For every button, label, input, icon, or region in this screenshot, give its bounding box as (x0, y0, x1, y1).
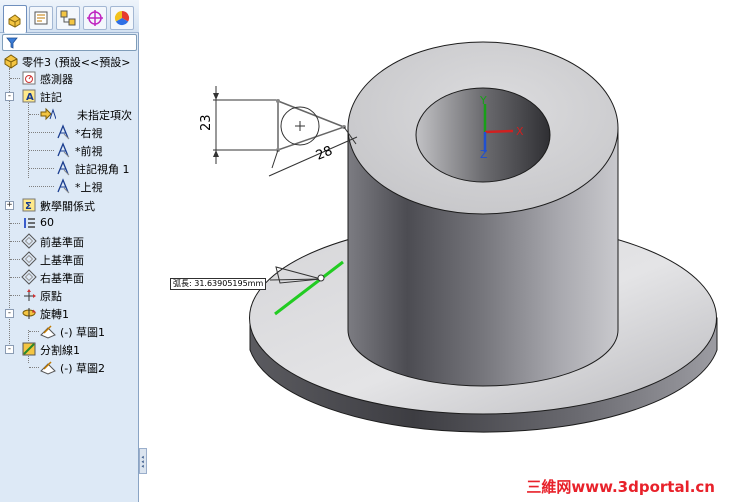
annotation-view-icon (55, 178, 71, 194)
tab-property-manager[interactable] (29, 6, 53, 30)
tree-item-label: 未指定項次 (77, 109, 132, 122)
tree-item-split-line1[interactable]: - 分割線1 (0, 340, 139, 358)
tree-root-label: 零件3 (預設<<預設> (22, 56, 131, 69)
tree-item-label: 感測器 (40, 73, 73, 86)
arc-length-label[interactable]: 弧長: 31.63905195mm (170, 278, 267, 290)
tree-item-front-plane[interactable]: 前基準面 (0, 232, 139, 250)
svg-text:Σ: Σ (25, 201, 32, 212)
manager-tab-bar (0, 0, 139, 33)
material-icon (21, 215, 37, 231)
plane-icon (21, 251, 37, 267)
tree-item-origin[interactable]: 原點 (0, 286, 139, 304)
tree-item-label: (-) 草圖1 (60, 326, 106, 339)
color-wheel-icon (114, 10, 130, 26)
tree-item-label: 右基準面 (40, 272, 84, 285)
triad-y-label: Y (479, 94, 487, 107)
tree-item-label: 數學關係式 (40, 200, 95, 213)
tree-item-sketch1[interactable]: (-) 草圖1 (0, 322, 139, 340)
property-icon (34, 11, 48, 25)
tree-filter-box[interactable] (2, 34, 137, 51)
annotation-icon: A (21, 88, 37, 104)
tree-item-sketch2[interactable]: (-) 草圖2 (0, 358, 139, 376)
tree-item-label: 60 (40, 216, 54, 229)
collapse-toggle[interactable]: - (5, 309, 14, 318)
plane-icon (21, 233, 37, 249)
tree-item-label: *上視 (75, 181, 103, 194)
svg-text:A: A (26, 92, 34, 103)
triad-x-label: X (516, 125, 524, 138)
tree-item-label: 原點 (40, 290, 62, 303)
tree-item-annotation-view-1[interactable]: 註記視角 1 (0, 159, 139, 177)
crosshair-icon (87, 10, 103, 26)
collapse-toggle[interactable]: - (5, 92, 14, 101)
origin-icon (21, 287, 37, 303)
filter-icon (6, 37, 18, 49)
tree-item-label: 上基準面 (40, 254, 84, 267)
annotation-view-icon (55, 124, 71, 140)
tree-item-label: 前基準面 (40, 236, 84, 249)
tree-item-right-plane[interactable]: 右基準面 (0, 268, 139, 286)
tab-configuration-manager[interactable] (56, 6, 80, 30)
model-3d-view[interactable]: Y X Z 23 28 (140, 0, 737, 502)
arrow-annotation-icon (40, 106, 57, 122)
expand-toggle[interactable]: + (5, 201, 14, 210)
tree-item-sensors[interactable]: 感測器 (0, 69, 139, 87)
tree-item-label: *右視 (75, 127, 103, 140)
sketch-icon (40, 359, 56, 375)
revolve-icon (21, 305, 37, 321)
tree-item-label: 註記視角 1 (75, 163, 130, 176)
tree-item-label: 分割線1 (40, 344, 80, 357)
graphics-viewport[interactable]: Y X Z 23 28 (140, 0, 737, 502)
watermark: 三維网www.3dportal.cn (526, 478, 715, 496)
tree-item-top-view[interactable]: *上視 (0, 177, 139, 195)
tree-item-right-view[interactable]: *右視 (0, 123, 139, 141)
tree-item-unassigned[interactable]: 未指定項次 (0, 105, 139, 123)
equation-icon: Σ (21, 197, 37, 213)
plane-icon (21, 269, 37, 285)
dimension-annotation[interactable]: 23 28 (199, 86, 358, 177)
tree-item-front-view[interactable]: *前視 (0, 141, 139, 159)
tab-display-manager[interactable] (110, 6, 134, 30)
sensor-icon (21, 70, 37, 86)
dimension-vertical-value[interactable]: 23 (199, 114, 214, 131)
tree-item-equations[interactable]: + Σ 數學關係式 (0, 196, 139, 214)
tree-item-revolve1[interactable]: - 旋轉1 (0, 304, 139, 322)
collapse-toggle[interactable]: - (5, 345, 14, 354)
tab-feature-manager[interactable] (3, 5, 27, 33)
annotation-view-icon (55, 160, 71, 176)
tree-item-top-plane[interactable]: 上基準面 (0, 250, 139, 268)
sketch-icon (40, 323, 56, 339)
configuration-icon (60, 10, 76, 26)
triad-z-label: Z (480, 148, 488, 161)
tree-item-label: 旋轉1 (40, 308, 69, 321)
tree-item-label: 註記 (40, 91, 62, 104)
tree-root-part[interactable]: 零件3 (預設<<預設> (0, 52, 139, 70)
part-icon (3, 53, 19, 69)
tab-dimxpert-manager[interactable] (83, 6, 107, 30)
feature-manager-panel: 零件3 (預設<<預設> 感測器 - A 註記 未指定項次 *右視 *前視 註記… (0, 0, 139, 502)
split-line-icon (21, 341, 37, 357)
annotation-view-icon (55, 142, 71, 158)
tree-item-material[interactable]: 60 (0, 214, 139, 232)
tree-item-label: (-) 草圖2 (60, 362, 106, 375)
dimension-angled-value[interactable]: 28 (314, 144, 335, 164)
tree-item-label: *前視 (75, 145, 103, 158)
tree-item-annotations[interactable]: - A 註記 (0, 87, 139, 105)
feature-tree-icon (8, 13, 21, 28)
